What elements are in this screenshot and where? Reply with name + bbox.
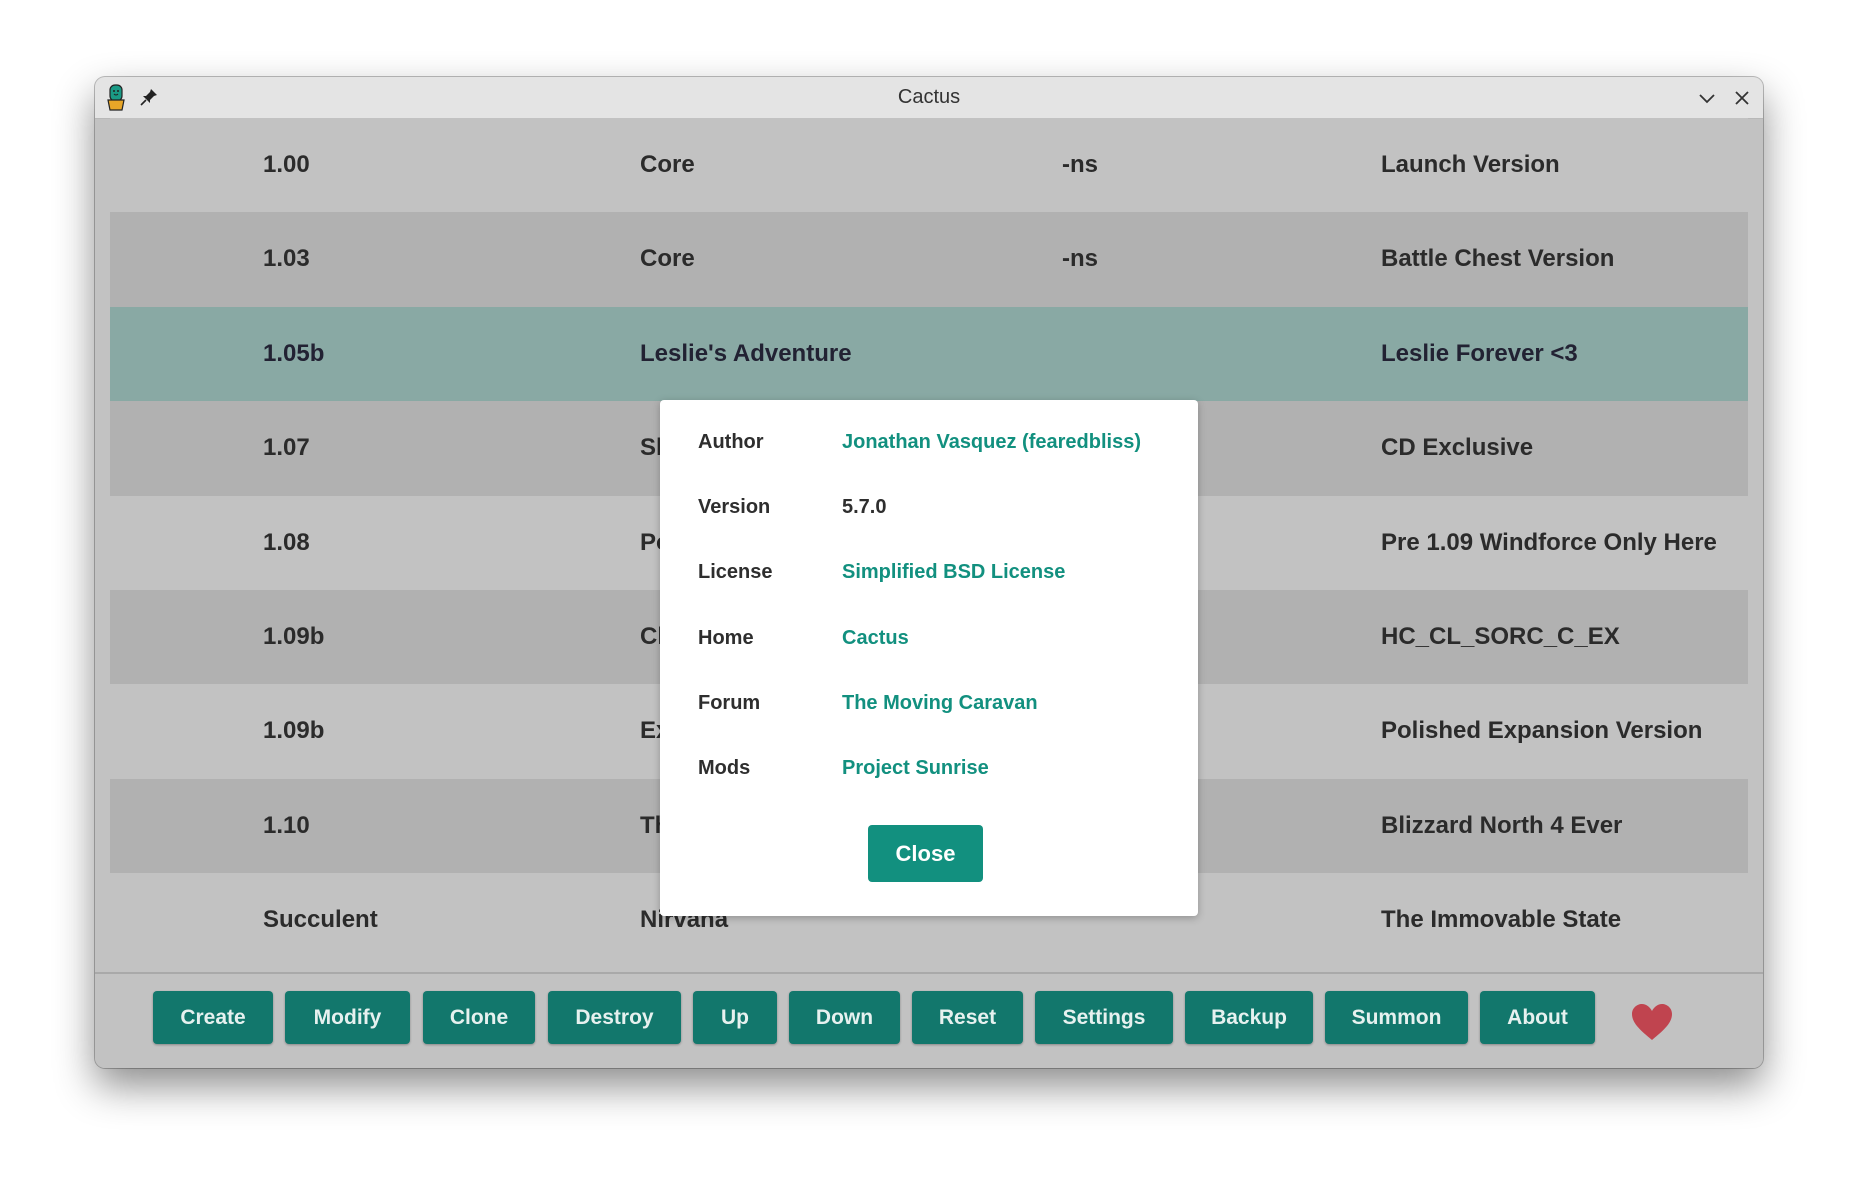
close-icon[interactable] [1731,87,1753,109]
title-bar: Cactus [95,77,1763,119]
mods-label: Mods [698,757,751,779]
chevron-down-icon[interactable] [1696,87,1718,109]
author-link[interactable]: Jonathan Vasquez (fearedbliss) [842,431,1141,454]
version-label: Version [698,496,771,518]
author-label: Author [698,431,764,453]
home-link[interactable]: Cactus [842,627,909,650]
window-title: Cactus [897,86,961,108]
forum-link[interactable]: The Moving Caravan [842,692,1038,715]
license-label: License [698,561,773,583]
home-label: Home [698,627,754,649]
modal-overlay: Author Jonathan Vasquez (fearedbliss) Ve… [95,118,1763,1068]
forum-label: Forum [698,692,761,714]
mods-link[interactable]: Project Sunrise [842,757,989,780]
close-button[interactable]: Close [868,825,983,882]
license-link[interactable]: Simplified BSD License [842,561,1065,584]
about-dialog: Author Jonathan Vasquez (fearedbliss) Ve… [660,400,1198,916]
cactus-window: Cactus 1.00 Core -ns Launch Version 1.03… [95,77,1763,1068]
version-value: 5.7.0 [842,496,887,518]
